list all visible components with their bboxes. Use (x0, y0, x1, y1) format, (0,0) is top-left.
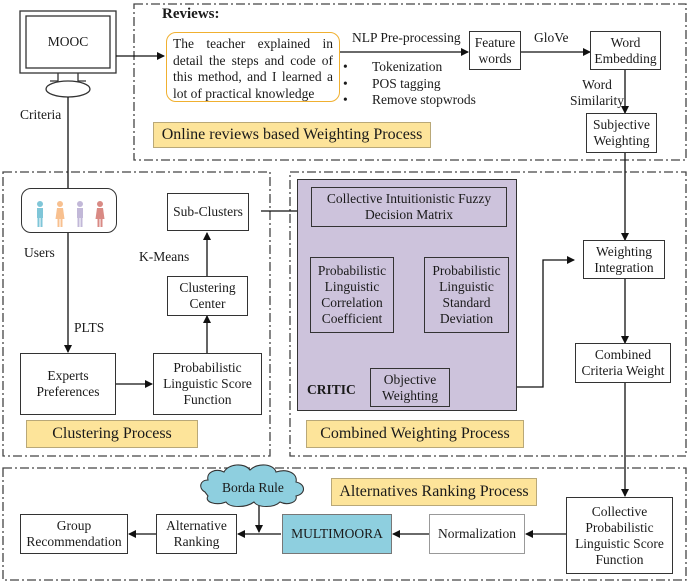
mooc-label: MOOC (47, 34, 89, 49)
nlp-step: Remove stopwrods (340, 92, 476, 109)
clustering-center-box: Clustering Center (167, 276, 248, 316)
correlation-coefficient-box: Probabilistic Linguistic Correlation Coe… (310, 257, 394, 333)
k-means-label: K-Means (139, 249, 190, 264)
review-text-box: The teacher explained in detail the step… (166, 32, 340, 102)
plts-label: PLTS (74, 320, 105, 335)
weighting-integration-box: Weighting Integration (583, 240, 665, 279)
online-reviews-process-title: Online reviews based Weighting Process (153, 122, 431, 148)
word-similarity-text: Word Similarity (570, 77, 624, 108)
experts-preferences-box: Experts Preferences (20, 353, 116, 415)
objective-weighting-box: Objective Weighting (370, 368, 450, 407)
alternative-ranking-box: Alternative Ranking (156, 514, 237, 554)
users-label: Users (24, 245, 55, 260)
sub-clusters-box: Sub-Clusters (167, 193, 249, 231)
group-recommendation-box: Group Recommendation (20, 514, 128, 554)
clustering-process-title: Clustering Process (26, 420, 198, 448)
user-icon-female-red (95, 201, 105, 227)
reviews-heading: Reviews: (162, 6, 220, 22)
decision-matrix-box: Collective Intuitionistic Fuzzy Decision… (311, 187, 507, 227)
pl-score-function-box: Probabilistic Linguistic Score Function (153, 353, 262, 415)
user-icon-male-purple (75, 201, 85, 227)
normalization-box: Normalization (429, 514, 525, 554)
nlp-step: POS tagging (340, 76, 476, 93)
users-group (21, 188, 117, 233)
nlp-step: Tokenization (340, 59, 476, 76)
glove-label: GloVe (534, 30, 569, 45)
subjective-weighting-box: Subjective Weighting (586, 113, 657, 153)
criteria-label: Criteria (20, 107, 62, 122)
critic-label: CRITIC (307, 382, 356, 397)
word-embedding-box: Word Embedding (590, 31, 661, 70)
combined-weighting-process-title: Combined Weighting Process (306, 420, 524, 448)
word-similarity-label: Word Similarity (569, 77, 625, 109)
combined-criteria-weight-box: Combined Criteria Weight (575, 343, 671, 383)
alternatives-ranking-process-title: Alternatives Ranking Process (331, 478, 537, 506)
monitor-icon (19, 10, 117, 98)
collective-score-function-box: Collective Probabilistic Linguistic Scor… (566, 497, 673, 574)
user-icon-male-blue (35, 201, 45, 227)
standard-deviation-box: Probabilistic Linguistic Standard Deviat… (424, 257, 509, 333)
nlp-preprocessing-label: NLP Pre-processing (352, 30, 461, 45)
feature-words-box: Feature words (469, 31, 521, 70)
user-icon-female-orange (55, 201, 65, 227)
multimoora-box: MULTIMOORA (282, 514, 392, 554)
borda-rule-label: Borda Rule (222, 480, 284, 495)
nlp-steps-list: Tokenization POS tagging Remove stopwrod… (340, 59, 476, 109)
